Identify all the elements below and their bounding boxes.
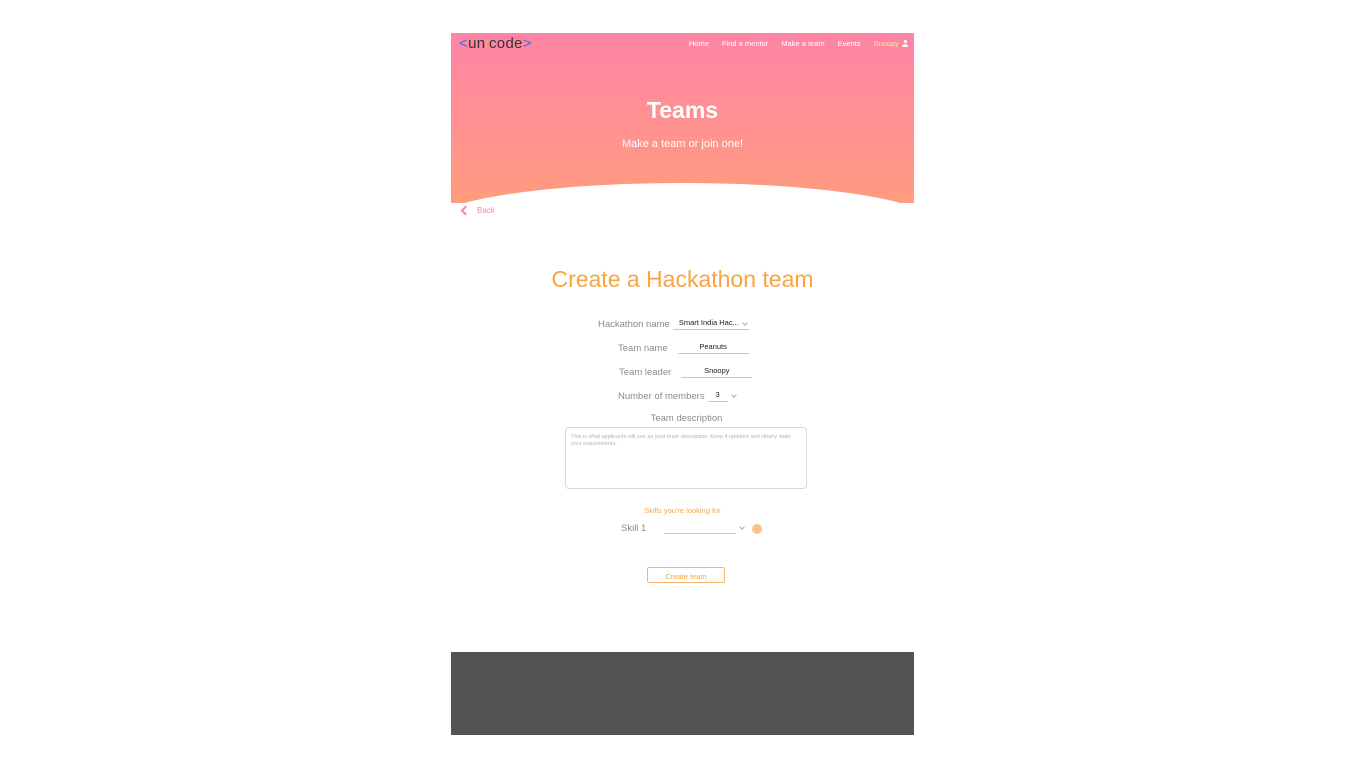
hackathon-row: Hackathon name Smart India Hac... [598, 318, 749, 330]
hero-banner: <unicode> Home Find a mentor Make a team… [451, 33, 914, 203]
team-leader-input[interactable]: Snoopy [681, 366, 753, 378]
hackathon-select[interactable]: Smart India Hac... [672, 318, 749, 330]
page-subtitle: Make a team or join one! [621, 138, 744, 150]
top-nav: Home Find a mentor Make a team Events Sn… [689, 39, 908, 48]
skill-1-label: Skill 1 [621, 523, 647, 534]
hackathon-value: Smart India Hac... [678, 318, 739, 327]
nav-home[interactable]: Home [689, 39, 709, 48]
members-label: Number of members [618, 390, 705, 402]
team-leader-row: Team leader Snoopy [619, 366, 753, 378]
form-title: Create a Hackathon team [551, 266, 814, 292]
chevron-down-icon [739, 524, 746, 530]
chevron-left-icon [460, 205, 471, 216]
team-name-row: Team name Peanuts [618, 342, 749, 354]
nav-user-menu[interactable]: Snoopy [874, 39, 908, 48]
chevron-down-icon [730, 391, 737, 398]
add-skill-button[interactable] [752, 523, 763, 534]
nav-events[interactable]: Events [838, 39, 861, 48]
hero-curve [451, 183, 914, 203]
footer [451, 652, 914, 735]
description-textarea[interactable]: This is what applicants will see as your… [565, 427, 807, 489]
page: <unicode> Home Find a mentor Make a team… [451, 33, 914, 735]
skill-row: Skill 1 [621, 523, 763, 534]
members-value: 3 [715, 390, 720, 399]
description-label: Team description [650, 413, 723, 424]
nav-find-mentor[interactable]: Find a mentor [722, 39, 768, 48]
back-label: Back [477, 206, 495, 215]
logo[interactable]: <unicode> [459, 35, 532, 52]
user-icon [902, 40, 908, 47]
team-leader-label: Team leader [619, 366, 672, 378]
team-name-label: Team name [618, 342, 668, 354]
user-name: Snoopy [873, 39, 899, 48]
nav-make-team[interactable]: Make a team [781, 39, 824, 48]
chevron-down-icon [742, 320, 748, 326]
team-name-input[interactable]: Peanuts [677, 342, 749, 354]
skill-1-select[interactable] [664, 524, 737, 534]
page-title: Teams [646, 97, 719, 123]
create-team-button[interactable]: Create team [647, 567, 725, 583]
members-row: Number of members 3 [618, 390, 737, 402]
back-link[interactable]: Back [460, 205, 495, 216]
hackathon-label: Hackathon name [598, 318, 670, 330]
skills-label: Skills you're looking for [644, 506, 721, 515]
members-select[interactable]: 3 [707, 390, 728, 402]
